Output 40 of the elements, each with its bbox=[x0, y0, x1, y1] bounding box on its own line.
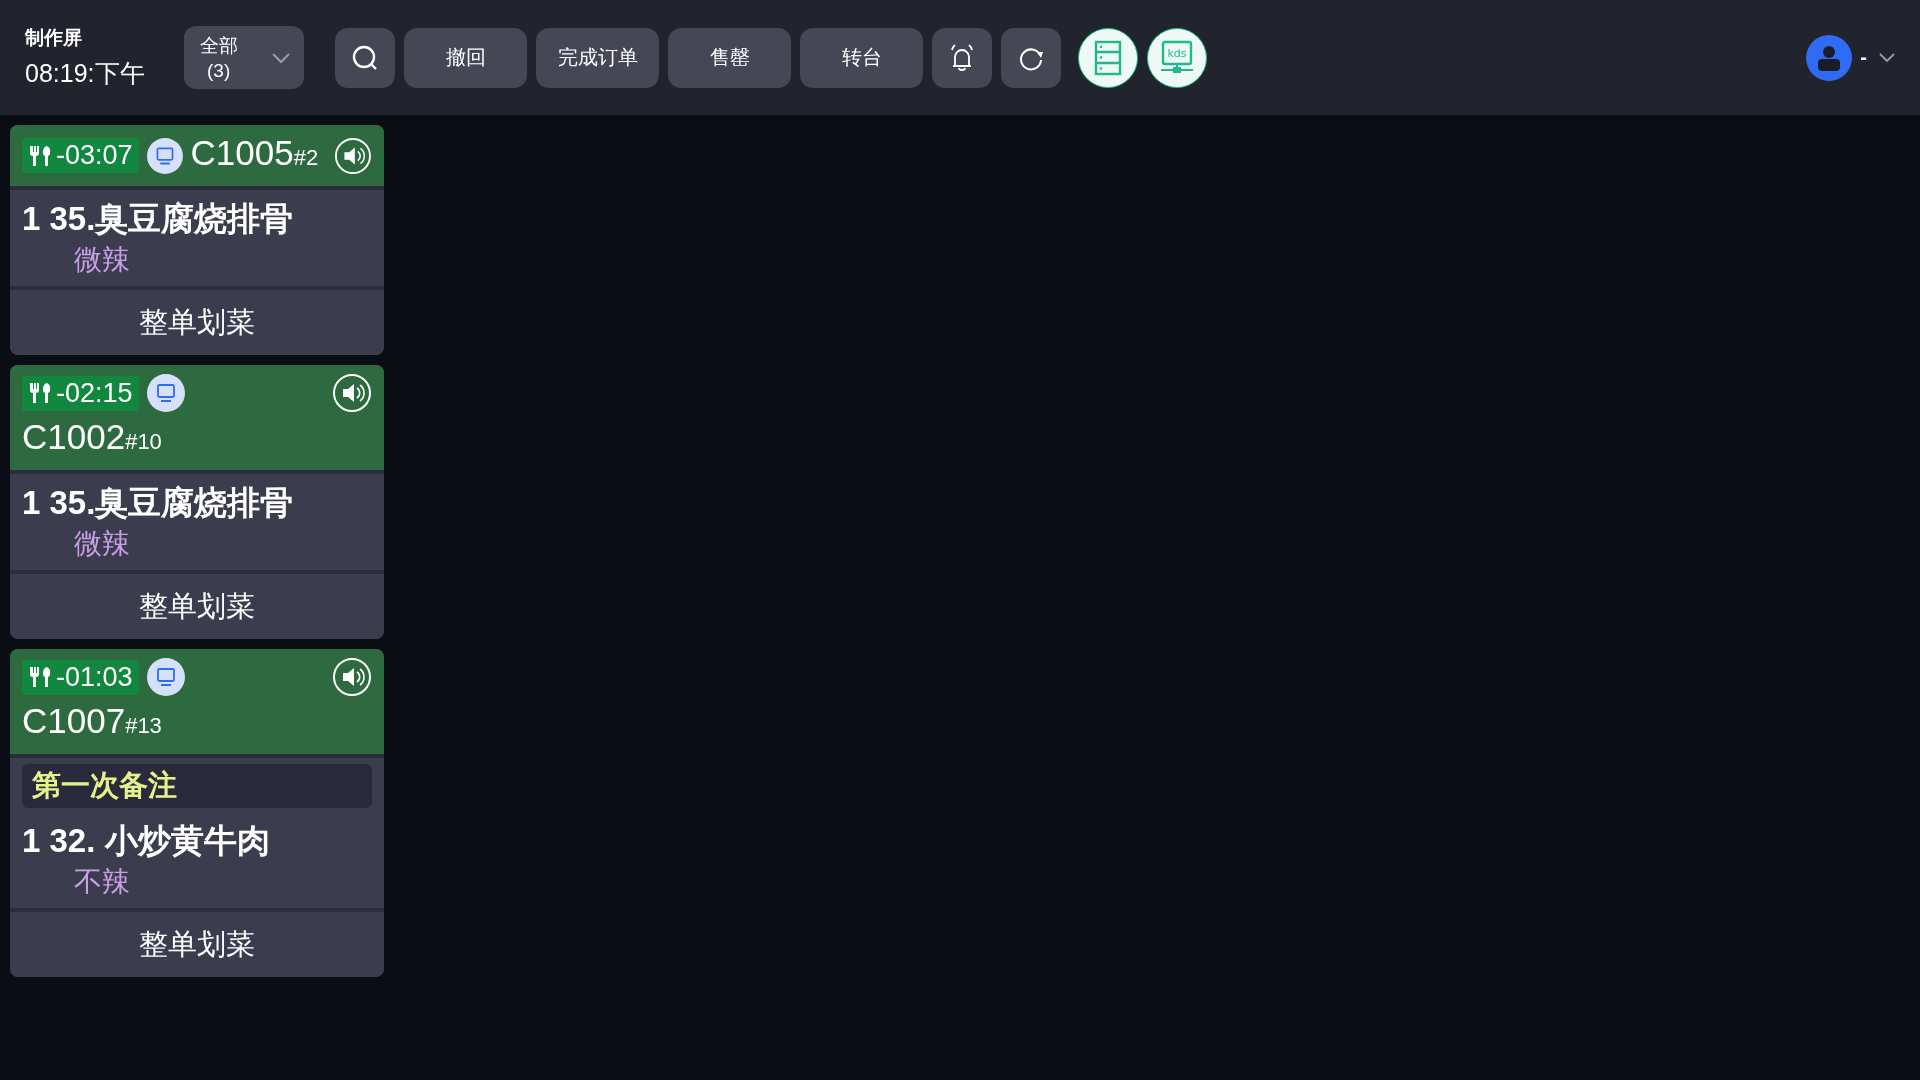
screen-title: 制作屏 bbox=[25, 26, 83, 50]
dish-modifier: 不辣 bbox=[73, 865, 131, 899]
table-number: C1005#2 bbox=[190, 133, 319, 174]
chevron-down-icon[interactable] bbox=[1879, 53, 1895, 62]
toolbar-button[interactable]: 撤回 bbox=[404, 27, 527, 88]
dish-modifier: 微辣 bbox=[73, 527, 131, 561]
dish-line: 1 32. 小炒黄牛肉 bbox=[22, 821, 271, 861]
clock-time: 08:19:下午 bbox=[25, 58, 146, 89]
filter-label: 全部 bbox=[200, 33, 238, 58]
speaker-button[interactable] bbox=[334, 135, 372, 176]
complete-order-button[interactable]: 整单划菜 bbox=[10, 574, 384, 639]
dish-line: 1 35.臭豆腐烧排骨 bbox=[22, 199, 295, 239]
notification-button[interactable] bbox=[932, 27, 992, 88]
filter-dropdown[interactable]: 全部 (3) bbox=[184, 26, 304, 89]
table-number: C1007#13 bbox=[22, 701, 163, 742]
user-avatar-icon[interactable] bbox=[1806, 34, 1853, 81]
search-icon bbox=[351, 43, 379, 72]
timer-badge: -01:03 bbox=[22, 659, 139, 695]
search-button[interactable] bbox=[335, 27, 395, 88]
dish-modifier: 微辣 bbox=[73, 243, 131, 277]
dish-line: 1 35.臭豆腐烧排骨 bbox=[22, 483, 295, 523]
timer-badge: -03:07 bbox=[22, 138, 139, 173]
timer-badge: -02:15 bbox=[22, 375, 139, 411]
toolbar-button[interactable]: 转台 bbox=[800, 27, 923, 88]
server-icon bbox=[1093, 39, 1123, 76]
user-name: - bbox=[1860, 46, 1867, 69]
complete-order-button[interactable]: 整单划菜 bbox=[10, 912, 384, 977]
monitor-icon bbox=[146, 136, 183, 175]
complete-order-button[interactable]: 整单划菜 bbox=[10, 290, 384, 355]
filter-count: (3) bbox=[206, 58, 231, 83]
speaker-button[interactable] bbox=[332, 657, 372, 697]
table-number: C1002#10 bbox=[22, 417, 163, 458]
toolbar-button[interactable]: 完成订单 bbox=[536, 27, 659, 88]
order-note: 第一次备注 bbox=[22, 764, 372, 808]
monitor-icon bbox=[146, 658, 185, 696]
monitor-icon bbox=[146, 374, 185, 412]
toolbar-button[interactable]: 售罄 bbox=[668, 27, 791, 88]
refresh-button[interactable] bbox=[1001, 27, 1061, 88]
speaker-button[interactable] bbox=[332, 373, 372, 413]
chevron-down-icon bbox=[272, 52, 290, 63]
